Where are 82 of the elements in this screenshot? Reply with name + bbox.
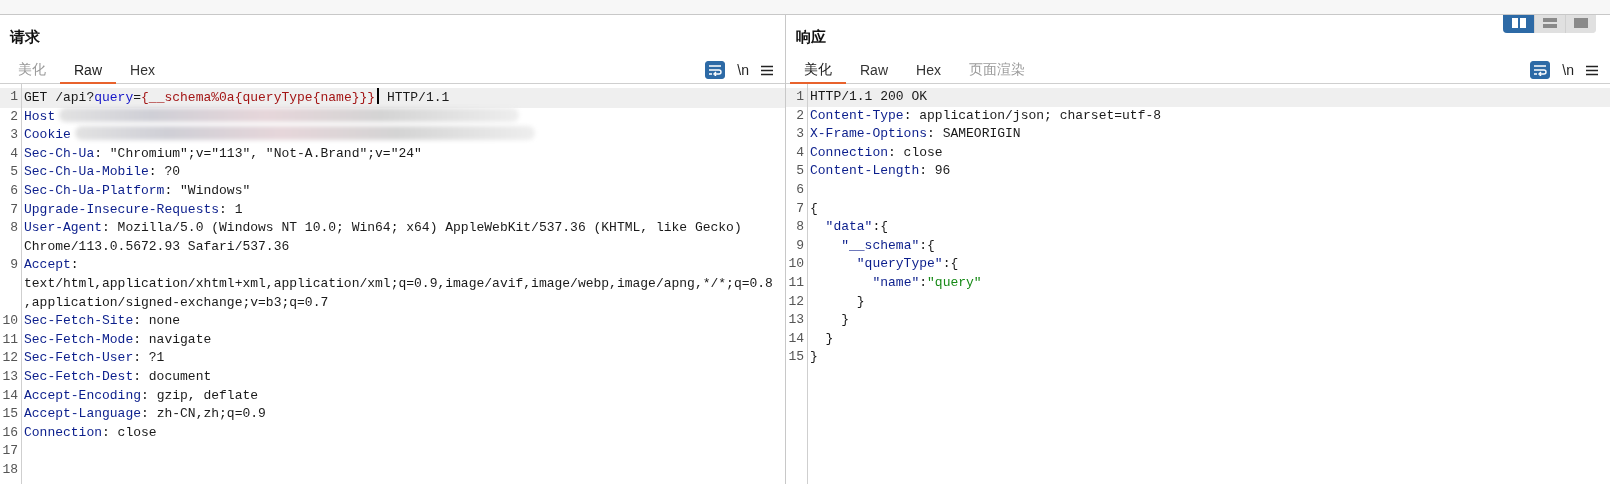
code-line: "data":{ [824,218,890,237]
line-number: 6 [0,181,22,201]
line-number: 9 [786,236,808,256]
line-number: 8 [0,219,22,257]
line-number: 2 [0,107,22,127]
wrap-toggle[interactable] [705,61,726,79]
line-number: 14 [0,386,22,406]
code-line: Cookie [22,126,785,145]
layout-button[interactable] [1503,15,1534,33]
wrap-icon [708,64,723,76]
newline-toggle[interactable]: \n [737,60,749,80]
wrap-icon [1533,64,1548,76]
code-line: Accept-Encoding: gzip, deflate [23,386,260,405]
layout-button[interactable] [1565,15,1596,33]
tab[interactable]: Raw [846,57,902,84]
line-number: 4 [0,144,22,164]
code-line: Sec-Ch-Ua-Platform: "Windows" [23,181,252,200]
line-number: 11 [786,273,808,293]
line-number: 15 [786,348,808,367]
code-line: "queryType":{ [855,255,960,274]
columns-icon [1510,16,1527,29]
code-line: Accept: text/html,application/xhtml+xml,application/xml;q=0.9,image/avif,image/webp,image/apng,*/*;q=0.8,application/signed-exchange;v=b3;q=0.7 [23,256,774,312]
code-line: Content-Type: application/json; charset=utf-8 [809,106,1163,125]
newline-toggle[interactable]: \n [1562,60,1574,80]
code-line: Upgrade-Insecure-Requests: 1 [23,200,244,219]
code-line: } [824,329,835,348]
line-number: 5 [786,162,808,181]
code-line: Sec-Fetch-Mode: navigate [23,330,213,349]
code-line: User-Agent: Mozilla/5.0 (Windows NT 10.0; Win64; x64) AppleWebKit/537.36 (KHTML, like Gecko) Chrome/113.0.5672.93 Safari/537.36 [23,219,743,256]
code-line: "__schema":{ [840,236,936,255]
pane-title: 请求 [10,28,40,47]
code-line: { [809,199,819,218]
line-number: 6 [786,180,808,200]
line-number: 11 [0,330,22,350]
tab[interactable]: Hex [116,57,169,84]
line-number: 9 [0,256,22,313]
tab[interactable]: Raw [60,57,116,84]
code-line: Sec-Fetch-User: ?1 [23,349,166,368]
line-number: 18 [0,460,22,480]
line-number: 1 [786,88,808,107]
tab[interactable]: 美化 [790,57,846,84]
line-number: 3 [0,126,22,145]
code-line: X-Frame-Options: SAMEORIGIN [809,125,1022,144]
code-line: } [840,311,851,330]
code-line: Content-Length: 96 [809,162,952,181]
line-number: 12 [786,292,808,312]
line-number: 4 [786,143,808,163]
text-cursor [377,88,380,104]
square-icon [1573,16,1589,29]
line-number: 10 [786,255,808,274]
line-number: 16 [0,423,22,443]
tab[interactable]: Hex [902,57,955,84]
line-number: 13 [0,367,22,387]
line-number: 2 [786,106,808,126]
line-number: 3 [786,125,808,144]
line-number: 13 [786,311,808,330]
line-number: 7 [786,199,808,219]
layout-button[interactable] [1534,15,1565,33]
code-line: Sec-Ch-Ua-Mobile: ?0 [23,163,182,182]
code-line: Connection: close [23,423,158,442]
line-number: 1 [0,88,22,108]
code-line: Sec-Ch-Ua: "Chromium";v="113", "Not-A.Brand";v="24" [23,144,423,163]
line-number: 14 [786,329,808,349]
line-number: 5 [0,163,22,182]
rows-icon [1542,16,1558,29]
code-line: "name":"query" [871,273,983,292]
code-line: Sec-Fetch-Dest: document [23,367,213,386]
code-line: Connection: close [809,143,944,162]
line-number: 10 [0,312,22,331]
line-number: 17 [0,442,22,461]
code-line: Accept-Language: zh-CN,zh;q=0.9 [23,405,267,424]
line-number: 7 [0,200,22,220]
line-number: 15 [0,405,22,424]
menu-icon [761,64,773,76]
line-number: 12 [0,349,22,368]
code-line: } [855,292,866,311]
menu-icon [1586,64,1598,76]
pane-title: 响应 [796,28,826,47]
wrap-toggle[interactable] [1530,61,1551,79]
code-line: } [809,348,819,367]
line-number: 8 [786,218,808,237]
code-line: Sec-Fetch-Site: none [23,312,182,331]
